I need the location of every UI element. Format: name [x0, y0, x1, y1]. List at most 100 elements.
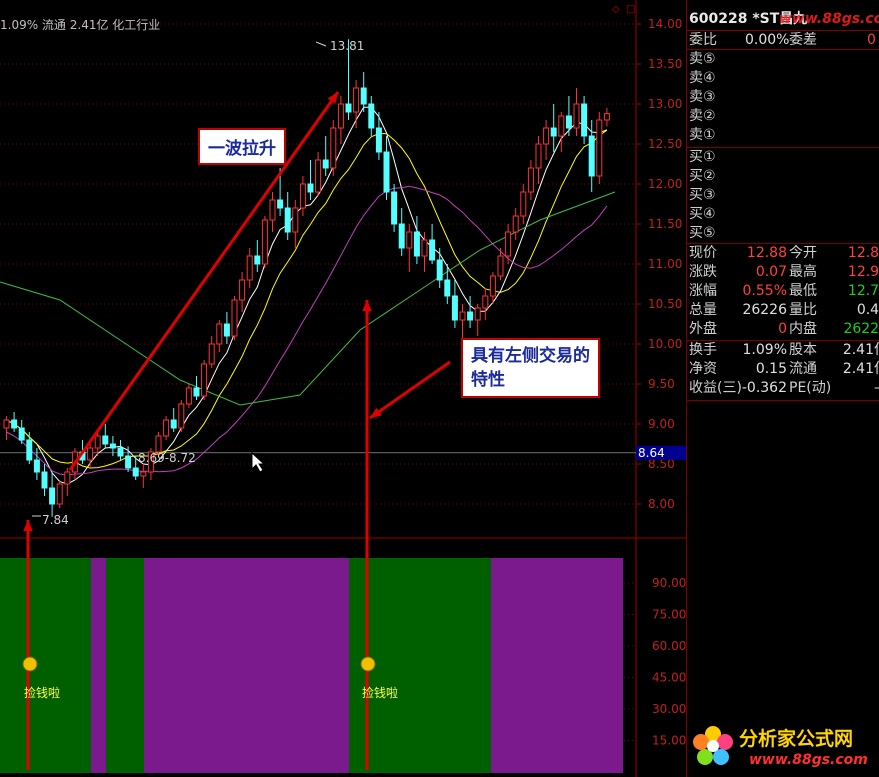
- candle-body: [56, 483, 63, 505]
- candle-body: [383, 151, 390, 193]
- ma5-line: [6, 106, 608, 485]
- price-tick-label: 14.00: [648, 17, 682, 31]
- candle-body: [33, 459, 40, 473]
- candle-body: [26, 439, 33, 461]
- sell-level: 卖②: [689, 107, 716, 125]
- sell-level-label: 卖④: [689, 70, 716, 86]
- price-tick-label: 11.00: [648, 257, 682, 271]
- candle-body: [261, 219, 268, 265]
- moving-average-lines: [0, 106, 616, 485]
- expand-icon[interactable]: □: [626, 4, 635, 15]
- candle-body: [444, 279, 451, 297]
- buy-level-label: 买②: [689, 168, 716, 184]
- signal-label: 捡钱啦: [362, 685, 398, 700]
- quote-label: 外盘: [689, 321, 717, 337]
- sell-level-label: 卖①: [689, 127, 716, 143]
- candle-body: [603, 113, 610, 121]
- stock-info-line: 1.09% 流通 2.41亿 化工行业: [0, 18, 161, 32]
- quote-value: 0.07: [755, 264, 787, 280]
- price-tick-label: 13.00: [648, 97, 682, 111]
- candle-body: [368, 103, 375, 129]
- zone-purple: [144, 558, 349, 773]
- price-axis: 14.00 13.50 13.00 12.50 12.00 11.50 11.00 10.50…: [636, 17, 686, 748]
- buy-level: 买④: [689, 205, 716, 223]
- candle-body: [132, 467, 139, 477]
- weicha-value: 0: [867, 32, 876, 48]
- callout-left-side-line2: 特性: [471, 370, 505, 390]
- buy-level-label: 买⑤: [689, 225, 716, 241]
- candle-body: [117, 447, 124, 457]
- quote-label: 总量: [689, 302, 717, 318]
- quote-value: —: [828, 379, 879, 397]
- candle-body: [550, 127, 557, 137]
- stat-row: 换手 1.09%股本 2.41亿: [689, 341, 879, 359]
- candle-body: [201, 363, 208, 397]
- candle-body: [436, 259, 443, 281]
- quote-value: 0.55%: [742, 283, 787, 299]
- sell-level-label: 卖③: [689, 89, 716, 105]
- candle-body: [459, 311, 466, 321]
- candle-body: [170, 419, 177, 429]
- price-tick-label: 9.50: [648, 377, 675, 391]
- candle-body: [451, 295, 458, 321]
- quote-label: 涨跌: [689, 264, 717, 280]
- callout-arrow: [369, 360, 451, 420]
- candle-body: [307, 183, 314, 193]
- quote-label: 最高: [789, 264, 817, 280]
- zone-green: [0, 558, 91, 773]
- candle-body: [231, 299, 238, 337]
- sell-level-label: 卖⑤: [689, 51, 716, 67]
- zone-purple: [491, 558, 623, 773]
- candle-body: [163, 419, 170, 437]
- candle-body: [208, 343, 215, 365]
- candle-body: [573, 103, 580, 129]
- price-tick-label: 12.50: [648, 137, 682, 151]
- candle-body: [505, 231, 512, 257]
- logo-url: www.88gs.com: [749, 752, 868, 768]
- indicator-tick-label: 75.00: [652, 608, 686, 622]
- candle-body: [292, 207, 299, 233]
- quote-value: 12.88: [746, 245, 787, 261]
- quote-value: 0.15: [755, 361, 787, 377]
- candle-body: [64, 471, 71, 485]
- quote-row: 涨跌 0.07最高 12.93: [689, 263, 879, 281]
- candle-body: [41, 471, 48, 489]
- indicator-tick-label: 30.00: [652, 702, 686, 716]
- candle-body: [512, 215, 519, 233]
- price-tick-label: 12.00: [648, 177, 682, 191]
- signal-arrow-head: [362, 300, 372, 312]
- buy-level: 买③: [689, 186, 716, 204]
- low-signal-arrow-head: [23, 520, 33, 532]
- candle-body: [353, 87, 360, 113]
- candle-body: [239, 279, 246, 301]
- quote-label: 换手: [689, 342, 717, 358]
- indicator-tick-label: 90.00: [652, 576, 686, 590]
- candle-body: [558, 115, 565, 137]
- candle-body: [299, 183, 306, 209]
- money-bag-icon: [360, 656, 376, 672]
- quote-label: 量比: [789, 302, 817, 318]
- candle-body: [18, 427, 25, 441]
- candle-body: [360, 87, 367, 105]
- quote-label: 最低: [789, 283, 817, 299]
- current-price-value: 8.64: [638, 446, 665, 460]
- low-marker: 7.84: [42, 513, 69, 527]
- candle-body: [482, 295, 489, 309]
- quote-value: 2.41亿: [842, 342, 879, 358]
- quote-panel: 600228 *ST昌九 www.88gs.com 委比 0.00% 委差 0 …: [686, 0, 879, 777]
- candle-body: [467, 311, 474, 321]
- candle-body: [178, 403, 185, 429]
- weibi-value: 0.00%: [745, 32, 790, 48]
- candle-body: [284, 207, 291, 233]
- candle-body: [193, 387, 200, 397]
- weicha-label: 委差: [789, 32, 817, 48]
- price-tick-label: 10.50: [648, 297, 682, 311]
- quote-value: 0.43: [856, 302, 879, 318]
- price-tick-label: 8.00: [648, 497, 675, 511]
- range-marker: 8.69-8.72: [138, 451, 196, 465]
- buy-level: 买②: [689, 167, 716, 185]
- candle-body: [474, 307, 481, 321]
- mouse-cursor-icon: [251, 451, 266, 473]
- close-icon[interactable]: ◇: [612, 4, 620, 15]
- zone-green: [106, 558, 144, 773]
